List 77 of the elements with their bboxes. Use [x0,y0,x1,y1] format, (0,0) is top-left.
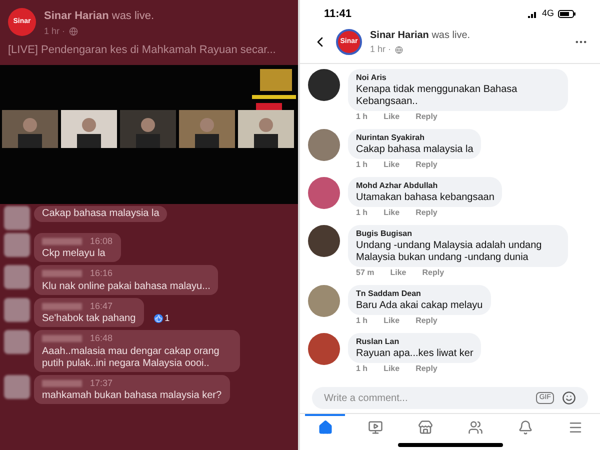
like-link[interactable]: Like [384,158,400,170]
avatar [308,176,340,208]
reply-link[interactable]: Reply [416,362,438,374]
commenter-name[interactable]: Bugis Bugisan [356,228,560,240]
store-icon [418,420,432,435]
comment-text: Aaah..malasia mau dengar cakap orang putih pulak..ini negara Malaysia oooi.. [42,346,220,370]
bell-icon [518,420,532,435]
comment-text: Se'habok tak pahang [42,313,136,325]
reply-link[interactable]: Reply [416,158,438,170]
comment-age: 1 h [356,362,368,374]
video-icon [368,420,382,435]
group-icon [468,420,482,435]
home-icon [318,420,332,435]
comment-time: 16:48 [90,332,113,345]
like-link[interactable]: Like [384,362,400,374]
like-link[interactable]: Like [390,266,406,278]
blurred-avatar [4,298,30,322]
comment-text: Cakap bahasa malaysia la [42,208,160,220]
blurred-name [42,238,82,245]
comment-text: Undang -undang Malaysia adalah undang Malaysia bukan undang -undang dunia [356,240,543,264]
avatar [308,332,340,364]
comment-text: Ckp melayu la [42,248,106,260]
like-link[interactable]: Like [384,314,400,326]
blurred-avatar [4,374,30,398]
globe-icon [395,46,404,54]
blurred-name [42,302,82,310]
reply-link[interactable]: Reply [422,266,444,278]
blurred-avatar [4,232,30,256]
comment-age: 1 h [356,158,368,170]
commenter-name[interactable]: Tn Saddam Dean [356,288,483,300]
comment-time: 16:47 [90,300,113,312]
network-label: 4G [542,7,554,20]
post-time: 1 hr · [44,24,66,38]
reply-link[interactable]: Reply [416,314,438,326]
reply-link[interactable]: Reply [416,110,438,122]
blurred-avatar [4,206,30,230]
post-time: 1 hr · [370,43,392,56]
comment-text: Klu nak online pakai bahasa malayu... [42,280,210,292]
comment-age: 1 h [356,314,368,326]
comment-text: Kenapa tidak menggunakan Bahasa Kebangsaan.. [356,84,518,108]
post-author: Sinar Harian was live. [370,29,472,43]
commenter-name[interactable]: Nurintan Syakirah [356,132,474,144]
like-link[interactable]: Like [384,206,400,218]
blurred-avatar [4,265,30,289]
blurred-name [42,335,82,342]
comment-time: 16:16 [90,267,113,280]
comment-time: 16:08 [90,234,113,248]
battery-icon [558,10,576,18]
blurred-name [42,270,82,278]
commenter-name[interactable]: Noi Aris [356,72,560,84]
post-author: Sinar Harian was live. [44,9,154,24]
globe-icon [69,26,78,36]
comment-time: 17:37 [90,376,113,390]
comment-text: Cakap bahasa malaysia la [356,144,474,156]
blurred-name [42,380,82,387]
comment-text: Rayuan apa...kes liwat ker [356,348,474,360]
live-title: [LIVE] Pendengaran kes di Mahkamah Rayuan secar... [7,43,277,58]
avatar [308,284,340,316]
comment-text: mahkamah bukan bahasa malaysia ker? [42,390,222,402]
blurred-avatar [4,330,30,354]
commenter-name[interactable]: Ruslan Lan [356,336,474,348]
menu-icon [568,420,582,435]
signal-icon [528,10,538,18]
emoji-icon[interactable] [562,391,576,405]
comment-text: Baru Ada akai cakap melayu [356,300,483,312]
comment-age: 57 m [356,266,374,278]
avatar [308,224,340,256]
avatar [308,128,340,160]
comment-age: 1 h [356,206,368,218]
comment-text: Utamakan bahasa kebangsaan [356,192,494,204]
like-link[interactable]: Like [384,110,400,122]
reply-link[interactable]: Reply [416,206,438,218]
commenter-name[interactable]: Mohd Azhar Abdullah [356,180,494,192]
comment-age: 1 h [356,110,368,122]
avatar [308,68,340,100]
clock: 11:41 [324,6,352,22]
reaction-count: 1 [154,312,170,325]
